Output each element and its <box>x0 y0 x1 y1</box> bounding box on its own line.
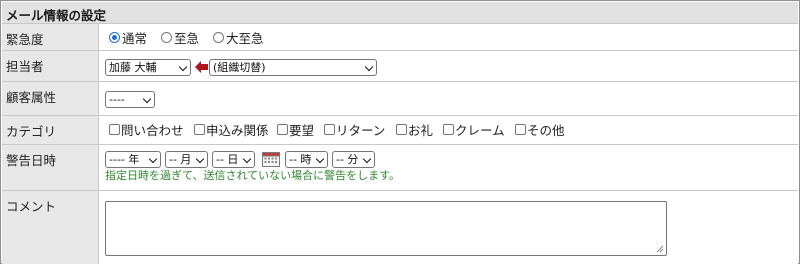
urgency-option-urgent[interactable]: 至急 <box>174 28 199 47</box>
category-checkbox-return[interactable] <box>324 124 335 135</box>
assignee-label-cell: 担当者 <box>2 51 99 81</box>
category-checkbox-request[interactable] <box>277 124 288 135</box>
section-title: メール情報の設定 <box>6 8 107 23</box>
assignee-select-value: 加藤 大輔 <box>109 61 157 74</box>
category-row: カテゴリ 問い合わせ 申込み関係 要望 リターン お礼 クレーム その他 <box>2 115 798 144</box>
chevron-down-icon <box>364 62 374 72</box>
section-header: メール情報の設定 <box>2 2 798 24</box>
alert-hour-value: -- 時 <box>289 153 312 166</box>
mail-settings-panel: メール情報の設定 緊急度 通常 至急 大至急 担当者 加藤 大輔 (組織切替) <box>0 0 800 264</box>
alert-datetime-label: 警告日時 <box>6 153 57 168</box>
chevron-down-icon <box>315 154 325 164</box>
alert-day-value: -- 日 <box>216 153 239 166</box>
customer-attribute-select[interactable]: ---- <box>105 91 155 108</box>
urgency-option-normal[interactable]: 通常 <box>122 28 147 47</box>
category-option-request[interactable]: 要望 <box>289 120 314 139</box>
category-checkbox-complaint[interactable] <box>443 124 454 135</box>
category-option-other[interactable]: その他 <box>527 120 565 139</box>
resize-grip-icon[interactable] <box>656 245 664 253</box>
chevron-down-icon <box>242 154 252 164</box>
assignee-label: 担当者 <box>6 59 44 74</box>
customer-attribute-row: 顧客属性 ---- <box>2 81 798 115</box>
alert-year-select[interactable]: ---- 年 <box>105 151 161 168</box>
assignee-row: 担当者 加藤 大輔 (組織切替) <box>2 50 798 81</box>
urgency-radio-very-urgent[interactable] <box>213 32 224 43</box>
category-option-complaint[interactable]: クレーム <box>455 120 505 139</box>
category-options: 問い合わせ 申込み関係 要望 リターン お礼 クレーム その他 <box>99 116 798 144</box>
category-option-application[interactable]: 申込み関係 <box>206 120 269 139</box>
customer-attribute-label-cell: 顧客属性 <box>2 82 99 115</box>
comment-textarea[interactable] <box>105 201 667 256</box>
assignee-select[interactable]: 加藤 大輔 <box>105 59 191 76</box>
chevron-down-icon <box>178 62 188 72</box>
category-checkbox-application[interactable] <box>194 124 205 135</box>
urgency-row: 緊急度 通常 至急 大至急 <box>2 23 798 50</box>
arrow-left-icon <box>195 61 208 73</box>
urgency-radio-normal[interactable] <box>109 32 120 43</box>
alert-minute-select[interactable]: -- 分 <box>332 151 375 168</box>
chevron-down-icon <box>148 154 158 164</box>
alert-datetime-controls: ---- 年 -- 月 -- 日 -- 時 -- 分 指定日時を過ぎて、送信され… <box>99 145 798 190</box>
category-option-inquiry[interactable]: 問い合わせ <box>121 120 184 139</box>
alert-month-select[interactable]: -- 月 <box>165 151 208 168</box>
chevron-down-icon <box>195 154 205 164</box>
assignee-controls: 加藤 大輔 (組織切替) <box>99 51 798 81</box>
calendar-icon[interactable] <box>262 151 280 167</box>
category-checkbox-other[interactable] <box>515 124 526 135</box>
comment-row: コメント <box>2 190 798 264</box>
alert-minute-value: -- 分 <box>336 153 359 166</box>
chevron-down-icon <box>142 94 152 104</box>
alert-datetime-label-cell: 警告日時 <box>2 145 99 190</box>
category-checkbox-thanks[interactable] <box>396 124 407 135</box>
urgency-label: 緊急度 <box>6 32 44 47</box>
alert-month-value: -- 月 <box>169 153 192 166</box>
alert-day-select[interactable]: -- 日 <box>212 151 255 168</box>
category-checkbox-inquiry[interactable] <box>109 124 120 135</box>
alert-datetime-note: 指定日時を過ぎて、送信されていない場合に警告をします。 <box>105 169 401 182</box>
organization-switch-select[interactable]: (組織切替) <box>209 59 377 76</box>
chevron-down-icon <box>362 154 372 164</box>
urgency-options: 通常 至急 大至急 <box>99 24 798 50</box>
organization-switch-value: (組織切替) <box>213 61 266 74</box>
comment-controls <box>99 191 798 264</box>
urgency-radio-urgent[interactable] <box>161 32 172 43</box>
comment-label: コメント <box>6 199 57 214</box>
urgency-option-very-urgent[interactable]: 大至急 <box>226 28 264 47</box>
category-option-thanks[interactable]: お礼 <box>408 120 433 139</box>
urgency-label-cell: 緊急度 <box>2 24 99 50</box>
customer-attribute-label: 顧客属性 <box>6 90 57 105</box>
category-label-cell: カテゴリ <box>2 116 99 144</box>
alert-hour-select[interactable]: -- 時 <box>285 151 328 168</box>
alert-datetime-row: 警告日時 ---- 年 -- 月 -- 日 -- 時 -- 分 指定日時を過ぎて… <box>2 144 798 190</box>
category-option-return[interactable]: リターン <box>336 120 385 139</box>
customer-attribute-controls: ---- <box>99 82 798 115</box>
comment-label-cell: コメント <box>2 191 99 264</box>
alert-year-value: ---- 年 <box>109 153 140 166</box>
customer-attribute-value: ---- <box>109 93 125 106</box>
category-label: カテゴリ <box>6 124 57 139</box>
